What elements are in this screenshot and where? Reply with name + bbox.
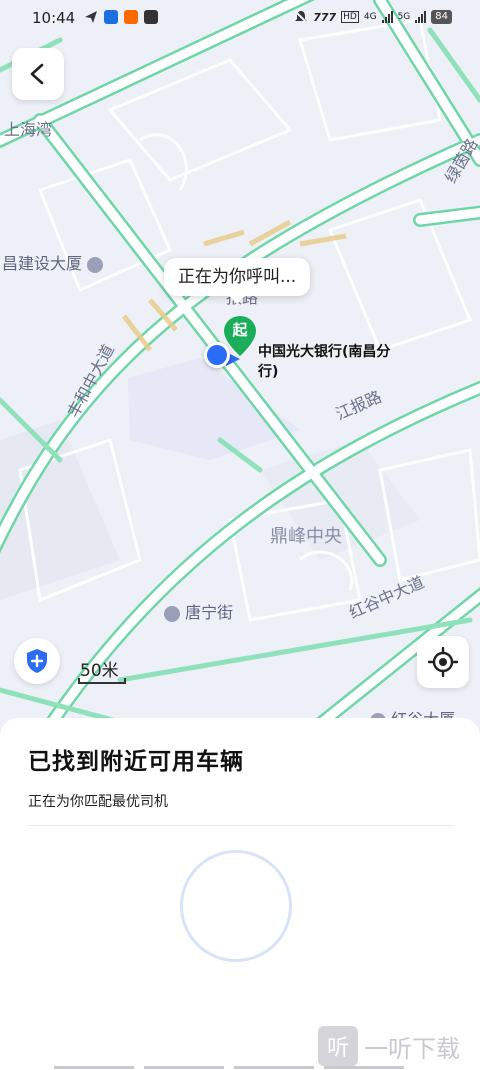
signal-speed-icon: 777: [313, 10, 337, 24]
map-view[interactable]: 昌建设大厦 唐宁街 鼎峰中央 红谷大厦 丰和中大道 江报路 红谷中大道 绿茵路 …: [0, 0, 480, 740]
poi-label[interactable]: 昌建设大厦: [2, 250, 104, 274]
signal-icon: [381, 11, 393, 23]
battery-indicator: 84: [431, 10, 452, 24]
map-scale-bar: [78, 678, 126, 684]
start-place-name: 中国光大银行(南昌分行): [258, 344, 391, 380]
start-pin[interactable]: 起: [224, 316, 256, 358]
5g-label: 5G: [397, 12, 411, 22]
signal-icon: [415, 11, 427, 23]
sheet-title: 已找到附近可用车辆: [28, 749, 244, 775]
status-bar: 10:44 777 HD 4G 5G 84: [0, 0, 480, 36]
watermark: 听 一听下载: [318, 1026, 460, 1066]
status-time: 10:44: [32, 9, 76, 27]
watermark-text: 一听下载: [364, 1034, 460, 1063]
send-icon: [85, 11, 97, 23]
divider: [28, 825, 454, 826]
nav-bar-segment: [54, 1066, 134, 1069]
chevron-left-icon: [30, 63, 44, 85]
recenter-button[interactable]: [417, 636, 469, 688]
taobao-icon: [124, 10, 138, 24]
road-label: 上海湾: [4, 120, 53, 139]
shield-plus-icon: [27, 649, 47, 673]
nav-bar-segment: [324, 1066, 404, 1069]
navigation-bar: [54, 1066, 404, 1069]
system-indicators: 777 HD 4G 5G 84: [294, 10, 452, 24]
poi-pin-icon: [87, 256, 104, 273]
safety-center-button[interactable]: [14, 638, 60, 684]
trip-status-sheet: 已找到附近可用车辆 正在为你匹配最优司机: [0, 718, 480, 1070]
sheet-subtitle: 正在为你匹配最优司机: [28, 794, 168, 810]
watermark-logo-icon: 听: [318, 1026, 358, 1066]
bell-muted-icon: [294, 10, 308, 24]
matching-spinner: [180, 850, 292, 962]
app-notification-icon: [144, 10, 158, 24]
poi-pin-icon: [164, 605, 180, 622]
crosshair-icon: [428, 647, 458, 677]
notification-icons: [84, 10, 158, 24]
back-button[interactable]: [12, 48, 64, 100]
nav-bar-segment: [234, 1066, 314, 1069]
poi-label[interactable]: 唐宁街: [164, 599, 233, 623]
nav-bar-segment: [144, 1066, 224, 1069]
4g-label: 4G: [363, 12, 377, 22]
calling-callout: 正在为你呼叫...: [164, 258, 311, 304]
app-notification-icon: [104, 10, 118, 24]
hd-label: HD: [341, 11, 359, 23]
start-pin-label: 起: [232, 321, 248, 339]
area-label: 鼎峰中央: [270, 526, 342, 547]
map-background: [0, 0, 480, 740]
